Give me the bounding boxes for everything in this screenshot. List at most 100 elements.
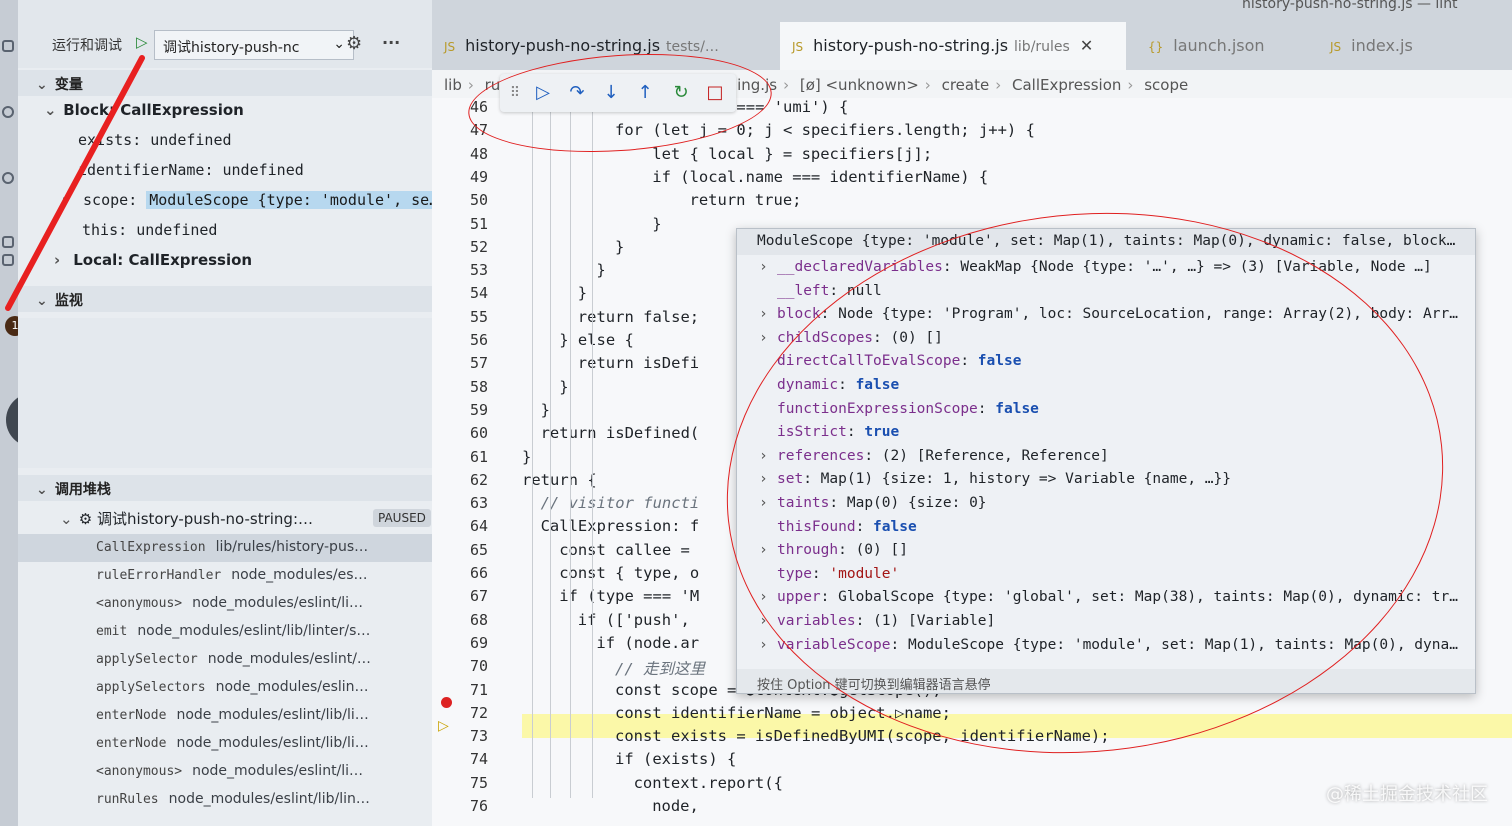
chevron-down-icon: ⌄ <box>60 510 73 528</box>
variables-section-header[interactable]: ⌄ 变量 <box>18 70 432 96</box>
frame-function: <anonymous> <box>96 764 183 779</box>
local-scope-row[interactable]: › Local: CallExpression <box>18 251 432 279</box>
chevron-right-icon: › <box>467 76 474 94</box>
stack-frame[interactable]: applySelector node_modules/eslint/… <box>18 646 432 674</box>
ellipsis-icon[interactable]: ··· <box>382 33 400 52</box>
close-icon[interactable]: ✕ <box>1080 36 1093 55</box>
stack-frame[interactable]: applySelectors node_modules/eslin… <box>18 674 432 702</box>
tab-rule-file[interactable]: JS history-push-no-string.js lib/rules ✕ <box>780 22 1126 70</box>
frame-function: runRules <box>96 792 159 807</box>
chevron-down-icon: ⌄ <box>44 101 57 119</box>
tab-index-js[interactable]: JS index.js <box>1318 22 1512 70</box>
line-number: 73 <box>469 727 488 746</box>
frame-function: CallExpression <box>96 540 206 555</box>
frame-file: node_modules/eslint/lib/linter/s… <box>137 623 371 639</box>
line-number: 51 <box>469 214 488 233</box>
line-number: 56 <box>469 331 488 349</box>
variables-header-label: 变量 <box>54 77 83 93</box>
line-number: 68 <box>469 610 488 629</box>
breakpoint-icon[interactable] <box>441 697 452 708</box>
code-line: return { <box>522 470 597 489</box>
code-line: // visitor functi <box>540 494 700 513</box>
launch-config-select[interactable]: 调试history-push-nc ⌄ <box>154 30 354 60</box>
gear-icon[interactable]: ⚙ <box>346 33 362 54</box>
chevron-down-icon: ⌄ <box>36 293 48 309</box>
block-scope-label: Block: CallExpression <box>63 101 244 119</box>
chevron-down-icon: ⌄ <box>36 77 48 93</box>
window-title: history-push-no-string.js — lint <box>1242 0 1458 12</box>
line-number: 50 <box>469 191 488 210</box>
stack-frame[interactable]: enterNode node_modules/eslint/lib/li… <box>18 702 432 730</box>
block-scope-row[interactable]: ⌄ Block: CallExpression <box>18 101 432 129</box>
variable-row-this[interactable]: this: undefined <box>18 221 432 249</box>
tab-label: history-push-no-string.js <box>813 36 1009 55</box>
frame-function: applySelector <box>96 652 198 667</box>
stack-frame[interactable]: CallExpression lib/rules/history-pus… <box>18 534 432 562</box>
frame-file: node_modules/eslint/lib/li… <box>176 707 369 723</box>
line-number: 76 <box>469 797 488 815</box>
chevron-right-icon: › <box>60 191 70 209</box>
frame-function: enterNode <box>96 736 167 751</box>
breadcrumb-item[interactable]: lib <box>444 76 462 94</box>
code-line: return true; <box>652 191 802 210</box>
breadcrumb-item[interactable]: CallExpression <box>1012 76 1121 94</box>
line-number: 49 <box>469 167 488 186</box>
frame-function: ruleErrorHandler <box>96 568 222 583</box>
variable-name: scope <box>83 191 129 209</box>
extensions-icon[interactable] <box>2 236 14 248</box>
search-icon[interactable] <box>2 106 14 118</box>
line-number: 72 <box>469 703 488 722</box>
thread-name: 调试history-push-no-string:… <box>97 510 314 528</box>
chevron-right-icon: › <box>783 76 790 94</box>
line-number: 75 <box>469 773 488 792</box>
chevron-down-icon: ⌄ <box>36 482 48 498</box>
thread-row[interactable]: ⌄ ⚙ 调试history-push-no-string:… <box>18 504 432 532</box>
variable-row-exists[interactable]: exists: undefined <box>18 131 432 159</box>
variable-row-scope[interactable]: › scope: ModuleScope {type: 'module', se… <box>18 191 432 219</box>
variable-value: undefined <box>150 131 232 149</box>
watermark: @稀土掘金技术社区 <box>1326 784 1488 805</box>
frame-file: node_modules/eslint/li… <box>192 763 364 779</box>
frame-function: emit <box>96 624 128 639</box>
line-number: 62 <box>469 470 488 489</box>
tab-label: launch.json <box>1173 36 1265 55</box>
frame-file: node_modules/eslint/lib/li… <box>176 735 369 751</box>
watch-header-label: 监视 <box>54 293 83 309</box>
call-stack-section-header[interactable]: ⌄ 调用堆栈 <box>18 475 432 501</box>
line-number: 71 <box>469 680 488 699</box>
line-number: 64 <box>469 517 488 536</box>
code-line: } <box>522 447 532 466</box>
line-number: 57 <box>469 354 488 373</box>
source-control-icon[interactable] <box>2 172 14 184</box>
frame-file: lib/rules/history-pus… <box>215 539 369 555</box>
variable-row-identifierName[interactable]: identifierName: undefined <box>18 161 432 189</box>
variable-value: undefined <box>222 161 304 179</box>
stack-frame[interactable]: emit node_modules/eslint/lib/linter/s… <box>18 618 432 646</box>
breadcrumb-item[interactable]: create <box>942 76 990 94</box>
stack-frame[interactable]: enterNode node_modules/eslint/lib/li… <box>18 730 432 758</box>
frame-file: node_modules/eslint/lib/lin… <box>168 791 370 807</box>
code-line: } <box>577 284 588 303</box>
stack-frame[interactable]: runRules node_modules/eslint/lib/lin… <box>18 786 432 814</box>
run-debug-icon[interactable] <box>2 254 14 266</box>
line-number: 60 <box>469 424 488 443</box>
explorer-icon[interactable] <box>2 40 14 52</box>
chevron-right-icon: › <box>759 329 768 346</box>
breadcrumb-item[interactable]: [ø] <unknown> <box>800 76 919 94</box>
start-debugging-icon[interactable]: ▷ <box>136 33 148 51</box>
json-file-icon: {} <box>1148 40 1164 54</box>
chevron-right-icon: › <box>924 76 931 94</box>
chevron-right-icon: › <box>759 259 768 275</box>
watch-section-header[interactable]: ⌄ 监视 <box>18 286 432 312</box>
code-line: return false; <box>577 307 700 326</box>
tab-launch-json[interactable]: {} launch.json <box>1136 22 1316 70</box>
js-file-icon: JS <box>1330 40 1342 54</box>
stack-frame[interactable]: ruleErrorHandler node_modules/es… <box>18 562 432 590</box>
stack-frame[interactable]: <anonymous> node_modules/eslint/li… <box>18 590 432 618</box>
indent-guide <box>570 98 571 798</box>
property-key: __left <box>777 282 830 299</box>
breadcrumb-item[interactable]: scope <box>1144 76 1188 94</box>
indent-guide <box>550 98 551 798</box>
stack-frame[interactable]: <anonymous> node_modules/eslint/li… <box>18 758 432 786</box>
gear-icon: ⚙ <box>78 510 93 528</box>
